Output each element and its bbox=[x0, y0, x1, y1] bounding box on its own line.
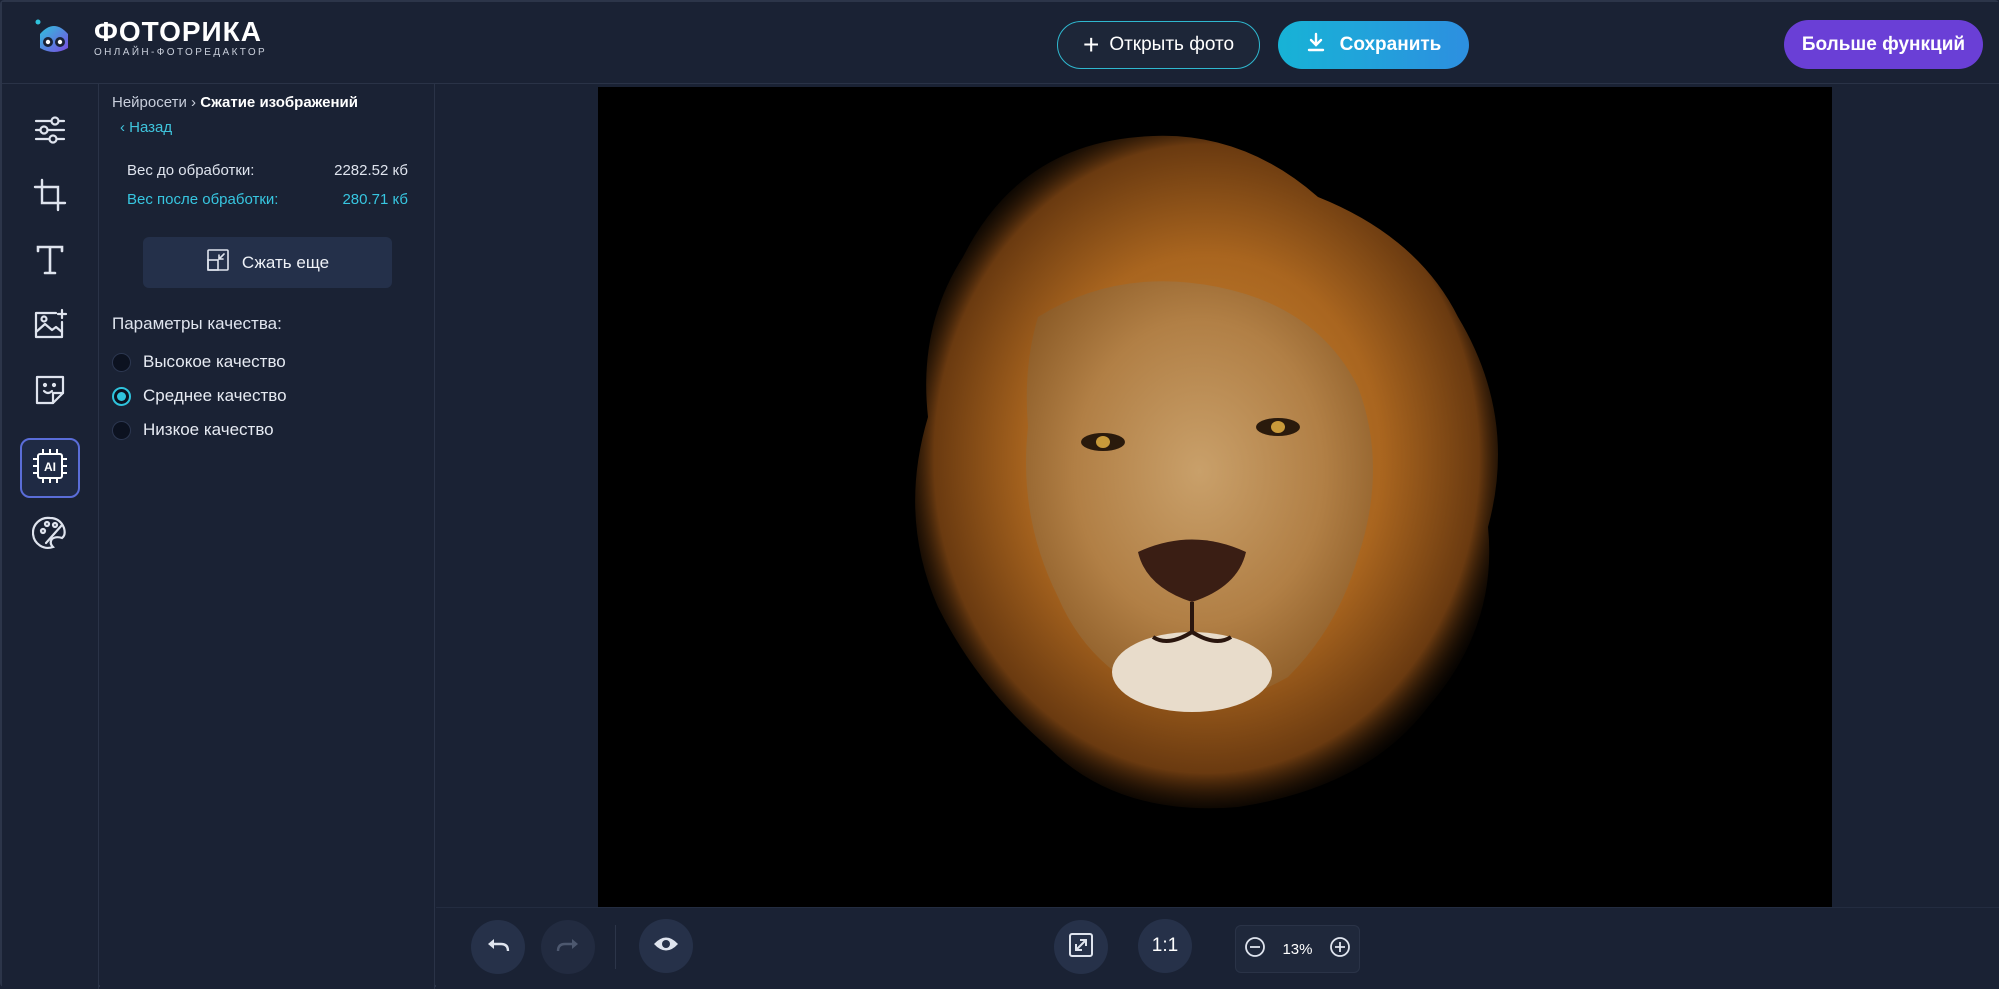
image-canvas[interactable] bbox=[598, 87, 1832, 909]
weight-before-label: Вес до обработки: bbox=[127, 162, 255, 179]
expand-icon bbox=[1068, 932, 1094, 963]
breadcrumb-parent[interactable]: Нейросети bbox=[112, 94, 187, 111]
compress-more-button[interactable]: Сжать еще bbox=[143, 237, 392, 288]
tool-add-image[interactable] bbox=[20, 297, 80, 357]
more-features-button[interactable]: Больше функций bbox=[1784, 20, 1983, 69]
svg-text:AI: AI bbox=[44, 460, 56, 474]
toolbar-divider bbox=[615, 925, 616, 969]
undo-icon bbox=[485, 935, 511, 960]
breadcrumb-current: Сжатие изображений bbox=[200, 94, 358, 111]
logo-icon bbox=[32, 16, 76, 60]
tool-text[interactable] bbox=[20, 232, 80, 292]
add-image-icon bbox=[32, 308, 68, 347]
tool-adjust[interactable] bbox=[20, 102, 80, 162]
weight-before-row: Вес до обработки: 2282.52 кб bbox=[127, 162, 408, 179]
ai-icon: AI bbox=[31, 447, 69, 490]
weight-after-label: Вес после обработки: bbox=[127, 191, 279, 208]
save-label: Сохранить bbox=[1339, 34, 1442, 55]
quality-option-medium[interactable]: Среднее качество bbox=[112, 386, 287, 406]
back-link[interactable]: ‹ Назад bbox=[120, 119, 172, 136]
ratio-label: 1:1 bbox=[1151, 935, 1179, 956]
fit-screen-button[interactable] bbox=[1054, 920, 1108, 974]
preview-button[interactable] bbox=[639, 919, 693, 973]
zoom-in-icon[interactable] bbox=[1329, 936, 1351, 962]
app-window: ФОТОРИКА ОНЛАЙН-ФОТОРЕДАКТОР + Открыть ф… bbox=[0, 0, 1999, 989]
quality-option-high[interactable]: Высокое качество bbox=[112, 352, 286, 372]
quality-option-label: Низкое качество bbox=[143, 420, 274, 439]
compression-panel: Нейросети › Сжатие изображений ‹ Назад В… bbox=[100, 84, 435, 989]
undo-button[interactable] bbox=[471, 920, 525, 974]
weight-after-value: 280.71 кб bbox=[342, 191, 408, 208]
breadcrumb: Нейросети › Сжатие изображений bbox=[112, 94, 358, 111]
eye-icon bbox=[653, 935, 679, 958]
radio-button[interactable] bbox=[112, 352, 131, 372]
plus-icon: + bbox=[1082, 29, 1100, 60]
zoom-out-icon[interactable] bbox=[1244, 936, 1266, 962]
tool-sidebar: AI bbox=[2, 84, 99, 989]
palette-icon bbox=[31, 515, 68, 556]
save-button[interactable]: Сохранить bbox=[1278, 21, 1469, 69]
top-bar: ФОТОРИКА ОНЛАЙН-ФОТОРЕДАКТОР + Открыть ф… bbox=[2, 2, 1999, 84]
zoom-control: 13% bbox=[1235, 925, 1360, 973]
quality-option-low[interactable]: Низкое качество bbox=[112, 420, 274, 440]
logo[interactable]: ФОТОРИКА ОНЛАЙН-ФОТОРЕДАКТОР bbox=[32, 16, 267, 60]
adjust-icon bbox=[33, 113, 67, 152]
tool-palette[interactable] bbox=[20, 505, 80, 565]
weight-before-value: 2282.52 кб bbox=[334, 162, 408, 179]
logo-title: ФОТОРИКА bbox=[94, 16, 262, 47]
actual-size-button[interactable]: 1:1 bbox=[1138, 919, 1192, 973]
compress-icon bbox=[206, 248, 230, 277]
tool-sticker[interactable] bbox=[20, 362, 80, 422]
radio-button-selected[interactable] bbox=[112, 386, 131, 406]
compress-more-label: Сжать еще bbox=[241, 252, 330, 272]
text-icon bbox=[33, 243, 67, 282]
radio-button[interactable] bbox=[112, 420, 131, 440]
open-photo-button[interactable]: + Открыть фото bbox=[1057, 21, 1260, 69]
download-icon bbox=[1306, 32, 1326, 58]
quality-option-label: Высокое качество bbox=[143, 352, 286, 371]
breadcrumb-separator: › bbox=[191, 94, 197, 111]
lion-photo bbox=[598, 87, 1832, 909]
redo-button[interactable] bbox=[541, 920, 595, 974]
open-photo-label: Открыть фото bbox=[1109, 34, 1235, 55]
sticker-icon bbox=[33, 373, 67, 412]
tool-ai[interactable]: AI bbox=[20, 438, 80, 498]
quality-title: Параметры качества: bbox=[112, 314, 282, 333]
zoom-level: 13% bbox=[1282, 940, 1313, 958]
crop-icon bbox=[33, 178, 67, 217]
weight-after-row: Вес после обработки: 280.71 кб bbox=[127, 191, 408, 208]
logo-subtitle: ОНЛАЙН-ФОТОРЕДАКТОР bbox=[94, 47, 268, 58]
redo-icon bbox=[555, 935, 581, 960]
quality-option-label: Среднее качество bbox=[143, 386, 287, 405]
tool-crop[interactable] bbox=[20, 167, 80, 227]
